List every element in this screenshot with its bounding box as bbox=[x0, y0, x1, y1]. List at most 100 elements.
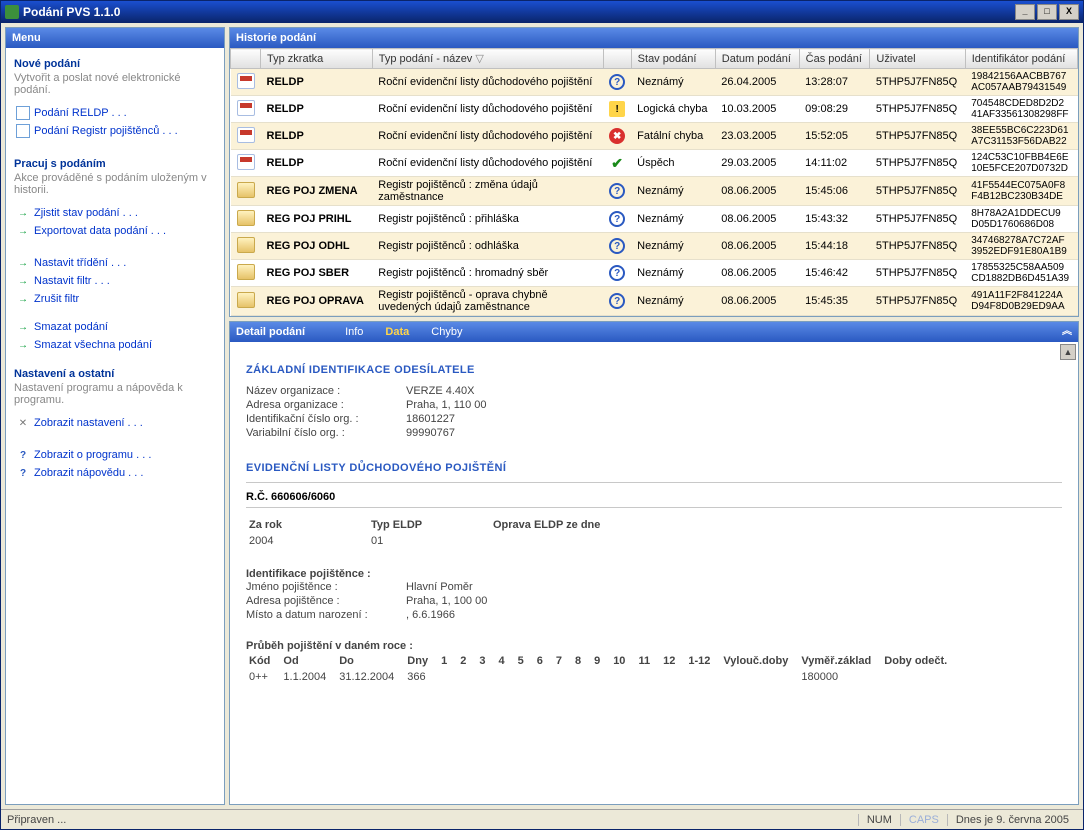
table-row[interactable]: RELDPRoční evidenční listy důchodového p… bbox=[231, 69, 1078, 96]
column-header[interactable]: Čas podání bbox=[799, 49, 870, 69]
column-header[interactable]: Typ podání - název ▽ bbox=[372, 49, 603, 69]
main-area: Historie podání Typ zkratkaTyp podání - … bbox=[229, 27, 1079, 805]
sidebar-section-title: Pracuj s podáním bbox=[14, 158, 216, 170]
sidebar: Menu Nové podáníVytvořit a poslat nové e… bbox=[5, 27, 225, 805]
cell-uzivatel: 5THP5J7FN85Q bbox=[870, 96, 965, 123]
minimize-button[interactable]: _ bbox=[1015, 4, 1035, 20]
sidebar-item[interactable]: →Smazat všechna podání bbox=[14, 336, 216, 354]
folder-icon bbox=[237, 210, 255, 226]
sidebar-item[interactable]: ✕Zobrazit nastavení . . . bbox=[14, 414, 216, 432]
sidebar-item[interactable]: → Zjistit stav podání . . . bbox=[14, 204, 216, 222]
cell-id: 41F5544EC075A0F8F4B12BC230B34DE bbox=[965, 177, 1077, 206]
months-cell: 180000 bbox=[800, 670, 881, 684]
months-cell bbox=[536, 670, 553, 684]
eldp-summary: Za rok Typ ELDP Oprava ELDP ze dne 2004 … bbox=[246, 516, 614, 550]
sidebar-item[interactable]: →Zrušit filtr bbox=[14, 290, 216, 308]
months-header: Vylouč.doby bbox=[722, 654, 798, 668]
arrow-icon: → bbox=[16, 320, 30, 334]
question-icon: ? bbox=[609, 211, 625, 227]
sidebar-item[interactable]: ?Zobrazit nápovědu . . . bbox=[14, 464, 216, 482]
table-row[interactable]: REG POJ ZMENARegistr pojištěnců : změna … bbox=[231, 177, 1078, 206]
column-header[interactable] bbox=[603, 49, 631, 69]
status-date: Dnes je 9. června 2005 bbox=[947, 814, 1077, 826]
cell-stav: Neznámý bbox=[631, 69, 715, 96]
months-cell bbox=[612, 670, 635, 684]
column-header[interactable]: Uživatel bbox=[870, 49, 965, 69]
months-cell bbox=[517, 670, 534, 684]
arrow-icon: → bbox=[16, 206, 30, 220]
sidebar-item[interactable]: →Nastavit třídění . . . bbox=[14, 254, 216, 272]
table-row[interactable]: RELDPRoční evidenční listy důchodového p… bbox=[231, 150, 1078, 177]
sidebar-item[interactable]: →Nastavit filtr . . . bbox=[14, 272, 216, 290]
arrow-icon: → bbox=[16, 274, 30, 288]
months-header: 1-12 bbox=[687, 654, 720, 668]
cell-stav: Neznámý bbox=[631, 287, 715, 316]
scroll-up-button[interactable]: ▲ bbox=[1060, 344, 1076, 360]
collapse-icon[interactable]: ︽ bbox=[1062, 322, 1072, 342]
question-icon: ? bbox=[609, 293, 625, 309]
cell-datum: 29.03.2005 bbox=[715, 150, 799, 177]
titlebar: Podání PVS 1.1.0 _ □ X bbox=[1, 1, 1083, 23]
column-header[interactable]: Identifikátor podání bbox=[965, 49, 1077, 69]
sidebar-item-label: Exportovat data podání . . . bbox=[34, 225, 166, 237]
check-icon: ✔ bbox=[609, 155, 625, 171]
maximize-button[interactable]: □ bbox=[1037, 4, 1057, 20]
cell-datum: 08.06.2005 bbox=[715, 206, 799, 233]
sidebar-item[interactable]: →Exportovat data podání . . . bbox=[14, 222, 216, 240]
tools-icon: ✕ bbox=[16, 416, 30, 430]
cell-datum: 23.03.2005 bbox=[715, 123, 799, 150]
history-header: Historie podání bbox=[230, 28, 1078, 48]
sidebar-item[interactable]: Podání RELDP . . . bbox=[14, 104, 216, 122]
column-header[interactable]: Datum podání bbox=[715, 49, 799, 69]
sidebar-item[interactable]: →Smazat podání bbox=[14, 318, 216, 336]
sidebar-header: Menu bbox=[6, 28, 224, 48]
close-button[interactable]: X bbox=[1059, 4, 1079, 20]
cell-stav: Logická chyba bbox=[631, 96, 715, 123]
cell-stav: Úspěch bbox=[631, 150, 715, 177]
cell-stav: Fatální chyba bbox=[631, 123, 715, 150]
sidebar-item[interactable]: ?Zobrazit o programu . . . bbox=[14, 446, 216, 464]
question-icon: ? bbox=[609, 74, 625, 90]
column-header[interactable]: Stav podání bbox=[631, 49, 715, 69]
column-header[interactable]: Typ zkratka bbox=[261, 49, 373, 69]
sidebar-item-label: Zobrazit o programu . . . bbox=[34, 449, 151, 461]
sidebar-item[interactable]: Podání Registr pojištěnců . . . bbox=[14, 122, 216, 140]
detail-tabs: Info Data Chyby bbox=[345, 322, 462, 342]
table-row[interactable]: REG POJ OPRAVARegistr pojištěnců - oprav… bbox=[231, 287, 1078, 316]
window-title: Podání PVS 1.1.0 bbox=[23, 5, 120, 19]
months-cell bbox=[593, 670, 610, 684]
table-row[interactable]: RELDPRoční evidenční listy důchodového p… bbox=[231, 123, 1078, 150]
table-row[interactable]: RELDPRoční evidenční listy důchodového p… bbox=[231, 96, 1078, 123]
months-header: 8 bbox=[574, 654, 591, 668]
tab-data[interactable]: Data bbox=[385, 322, 409, 342]
cell-cas: 14:11:02 bbox=[799, 150, 870, 177]
page-icon bbox=[16, 124, 30, 138]
column-header[interactable] bbox=[231, 49, 261, 69]
filter-icon[interactable]: ▽ bbox=[472, 53, 484, 65]
cell-uzivatel: 5THP5J7FN85Q bbox=[870, 69, 965, 96]
months-cell bbox=[555, 670, 572, 684]
months-header: 5 bbox=[517, 654, 534, 668]
months-header: 10 bbox=[612, 654, 635, 668]
cell-nazev: Registr pojištěnců : odhláška bbox=[372, 233, 603, 260]
months-header: 4 bbox=[497, 654, 514, 668]
status-caps: CAPS bbox=[900, 814, 947, 826]
cell-cas: 15:45:06 bbox=[799, 177, 870, 206]
cell-nazev: Registr pojištěnců : přihláška bbox=[372, 206, 603, 233]
table-row[interactable]: REG POJ SBERRegistr pojištěnců : hromadn… bbox=[231, 260, 1078, 287]
tab-chyby[interactable]: Chyby bbox=[431, 322, 462, 342]
months-header: 3 bbox=[478, 654, 495, 668]
sidebar-item-label: Zjistit stav podání . . . bbox=[34, 207, 138, 219]
table-row[interactable]: REG POJ PRIHLRegistr pojištěnců : přihlá… bbox=[231, 206, 1078, 233]
months-header: Dny bbox=[406, 654, 438, 668]
prubeh-title: Průběh pojištění v daném roce : bbox=[246, 640, 1062, 652]
sidebar-section-title: Nastavení a ostatní bbox=[14, 368, 216, 380]
rc-value: R.Č. 660606/6060 bbox=[246, 491, 1062, 503]
table-row[interactable]: REG POJ ODHLRegistr pojištěnců : odhlášk… bbox=[231, 233, 1078, 260]
folder-icon bbox=[237, 237, 255, 253]
tab-info[interactable]: Info bbox=[345, 322, 363, 342]
section-title-sender: ZÁKLADNÍ IDENTIFIKACE ODESÍLATELE bbox=[246, 364, 1062, 376]
cell-datum: 08.06.2005 bbox=[715, 287, 799, 316]
question-icon: ? bbox=[609, 265, 625, 281]
page-icon bbox=[16, 106, 30, 120]
